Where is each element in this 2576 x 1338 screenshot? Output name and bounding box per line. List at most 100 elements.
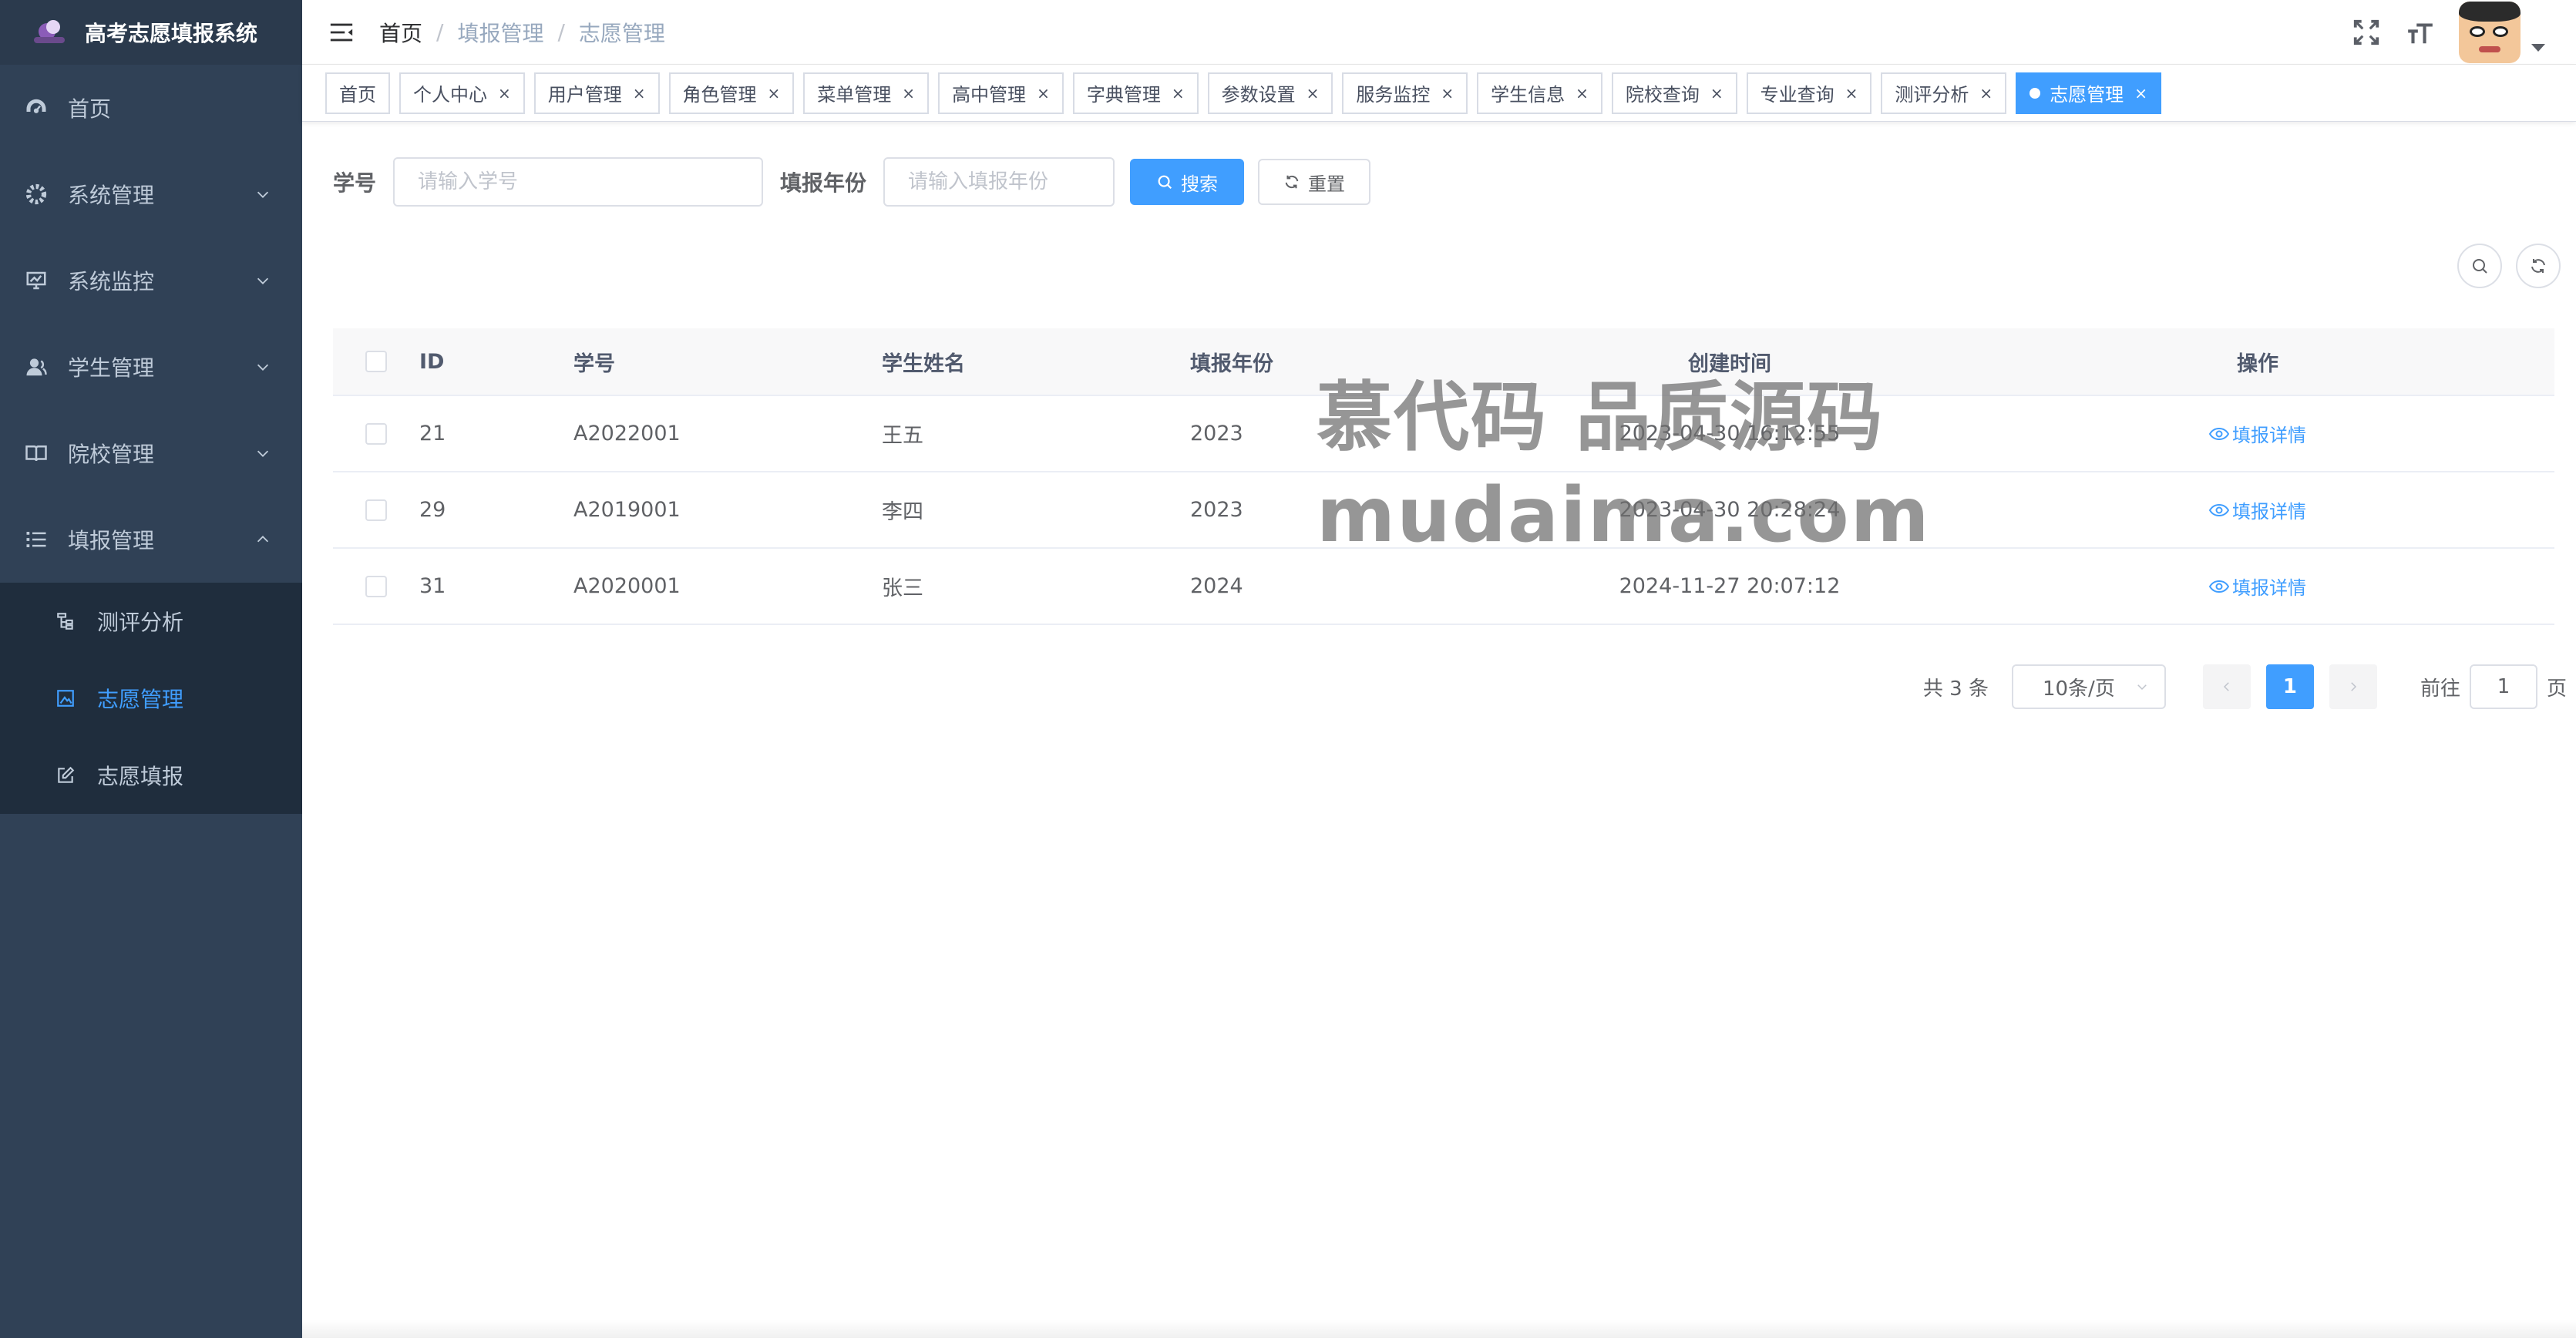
tag-highschools[interactable]: 高中管理 × xyxy=(938,72,1064,114)
cell-student-no: A2020001 xyxy=(573,574,681,598)
book-icon xyxy=(23,440,49,466)
tag-label: 测评分析 xyxy=(1895,84,1969,106)
column-header-created: 创建时间 xyxy=(1688,351,1771,376)
view-detail-label: 填报详情 xyxy=(2232,425,2306,446)
close-icon[interactable]: × xyxy=(1710,84,1723,103)
cell-id: 29 xyxy=(419,498,446,522)
sidebar-item-colleges[interactable]: 院校管理 xyxy=(0,410,302,496)
close-icon[interactable]: × xyxy=(633,84,646,103)
page-number-1[interactable]: 1 xyxy=(2265,664,2314,709)
tag-label: 院校查询 xyxy=(1625,84,1700,106)
tag-college-query[interactable]: 院校查询 × xyxy=(1611,72,1737,114)
chevron-down-icon xyxy=(2137,684,2147,691)
tag-menus[interactable]: 菜单管理 × xyxy=(803,72,930,114)
fullscreen-icon[interactable] xyxy=(2349,15,2383,49)
breadcrumb-separator: / xyxy=(436,19,444,45)
tag-home[interactable]: 首页 xyxy=(325,72,390,114)
close-icon[interactable]: × xyxy=(768,84,781,103)
close-icon[interactable]: × xyxy=(1979,84,1993,103)
refresh-table-button[interactable] xyxy=(2516,244,2561,288)
avatar[interactable] xyxy=(2459,2,2521,63)
table-toolbar xyxy=(2443,244,2561,288)
hamburger-icon[interactable] xyxy=(328,19,355,45)
close-icon[interactable]: × xyxy=(1037,84,1050,103)
sidebar-item-label: 系统监控 xyxy=(68,269,155,294)
goto-page-input[interactable] xyxy=(2469,664,2537,709)
cell-year: 2024 xyxy=(1190,574,1243,598)
tag-profile[interactable]: 个人中心 × xyxy=(399,72,525,114)
sidebar-subitem-label: 测评分析 xyxy=(97,610,184,635)
tag-label: 服务监控 xyxy=(1356,84,1431,106)
tag-server-monitor[interactable]: 服务监控 × xyxy=(1342,72,1468,114)
close-icon[interactable]: × xyxy=(1845,84,1858,103)
search-form: 学号 填报年份 搜索 重置 xyxy=(333,157,1371,207)
navbar: 首页 / 填报管理 / 志愿管理 xyxy=(302,0,2576,65)
sidebar-item-assessment[interactable]: 测评分析 xyxy=(0,583,302,660)
sidebar-item-system[interactable]: 系统管理 xyxy=(0,151,302,237)
year-input[interactable] xyxy=(883,157,1115,207)
tag-params[interactable]: 参数设置 × xyxy=(1207,72,1333,114)
row-checkbox[interactable] xyxy=(365,422,387,445)
cell-name: 王五 xyxy=(882,424,923,448)
goto-prefix: 前往 xyxy=(2420,677,2460,701)
search-button[interactable]: 搜索 xyxy=(1130,159,1245,205)
tag-roles[interactable]: 角色管理 × xyxy=(668,72,795,114)
tag-student-info[interactable]: 学生信息 × xyxy=(1477,72,1602,114)
column-header-year: 填报年份 xyxy=(1190,351,1273,376)
select-all-checkbox[interactable] xyxy=(365,351,387,372)
cell-created: 2024-11-27 20:07:12 xyxy=(1619,574,1841,598)
chevron-up-icon xyxy=(257,536,269,543)
user-icon xyxy=(23,354,49,380)
sidebar-item-volunteer-manage[interactable]: 志愿管理 xyxy=(0,660,302,737)
search-button-label: 搜索 xyxy=(1181,173,1219,195)
tag-label: 字典管理 xyxy=(1086,84,1161,106)
close-icon[interactable]: × xyxy=(1441,84,1454,103)
tag-dict[interactable]: 字典管理 × xyxy=(1072,72,1199,114)
next-page-button[interactable] xyxy=(2329,664,2377,709)
page-size-select[interactable]: 10条/页 xyxy=(2011,664,2166,709)
sidebar-item-students[interactable]: 学生管理 xyxy=(0,324,302,410)
app-root: 高考志愿填报系统 首页 系统管理 系统监控 学生管理 院校管理 填报管理 测评分… xyxy=(0,0,2576,1338)
cell-name: 张三 xyxy=(882,577,923,600)
close-icon[interactable]: × xyxy=(1172,84,1185,103)
tree-icon xyxy=(54,610,77,633)
prev-page-button[interactable] xyxy=(2202,664,2251,709)
tag-label: 角色管理 xyxy=(682,84,757,106)
page-size-value: 10条/页 xyxy=(2042,677,2115,701)
year-label: 填报年份 xyxy=(780,170,867,196)
volunteer-table: ID 学号 学生姓名 填报年份 创建时间 操作 21 A2022001 王五 2… xyxy=(333,328,2554,625)
close-icon[interactable]: × xyxy=(498,84,511,103)
view-detail-link[interactable]: 填报详情 xyxy=(2209,496,2306,523)
sidebar-item-monitor[interactable]: 系统监控 xyxy=(0,237,302,324)
cell-student-no: A2022001 xyxy=(573,422,681,445)
close-icon[interactable]: × xyxy=(1306,84,1320,103)
view-detail-link[interactable]: 填报详情 xyxy=(2209,420,2306,447)
table-row: 29 A2019001 李四 2023 2023-04-30 20:28:24 … xyxy=(333,472,2554,549)
close-icon[interactable]: × xyxy=(902,84,915,103)
font-size-icon[interactable] xyxy=(2403,15,2437,49)
tag-volunteer-manage[interactable]: 志愿管理 × xyxy=(2016,72,2161,114)
row-checkbox[interactable] xyxy=(365,499,387,521)
caret-down-icon[interactable] xyxy=(2531,44,2545,52)
sidebar-item-label: 填报管理 xyxy=(68,528,155,553)
reset-button[interactable]: 重置 xyxy=(1258,159,1371,205)
tag-major-query[interactable]: 专业查询 × xyxy=(1746,72,1872,114)
close-icon[interactable]: × xyxy=(2134,84,2147,103)
sidebar-item-home[interactable]: 首页 xyxy=(0,65,302,151)
close-icon[interactable]: × xyxy=(1576,84,1589,103)
sidebar-item-applications[interactable]: 填报管理 xyxy=(0,496,302,583)
toggle-search-button[interactable] xyxy=(2457,244,2502,288)
monitor-icon xyxy=(23,267,49,294)
tag-label: 菜单管理 xyxy=(817,84,892,106)
tag-users[interactable]: 用户管理 × xyxy=(533,72,660,114)
view-detail-link[interactable]: 填报详情 xyxy=(2209,573,2306,600)
app-logo[interactable]: 高考志愿填报系统 xyxy=(0,0,302,65)
chevron-left-icon xyxy=(2223,682,2229,691)
breadcrumb-home[interactable]: 首页 xyxy=(379,17,422,48)
sidebar-item-volunteer-fill[interactable]: 志愿填报 xyxy=(0,737,302,814)
row-checkbox[interactable] xyxy=(365,575,387,597)
tag-assessment[interactable]: 测评分析 × xyxy=(1881,72,2007,114)
chevron-down-icon xyxy=(257,277,269,284)
student-no-input[interactable] xyxy=(393,157,764,207)
tag-label: 参数设置 xyxy=(1221,84,1296,106)
